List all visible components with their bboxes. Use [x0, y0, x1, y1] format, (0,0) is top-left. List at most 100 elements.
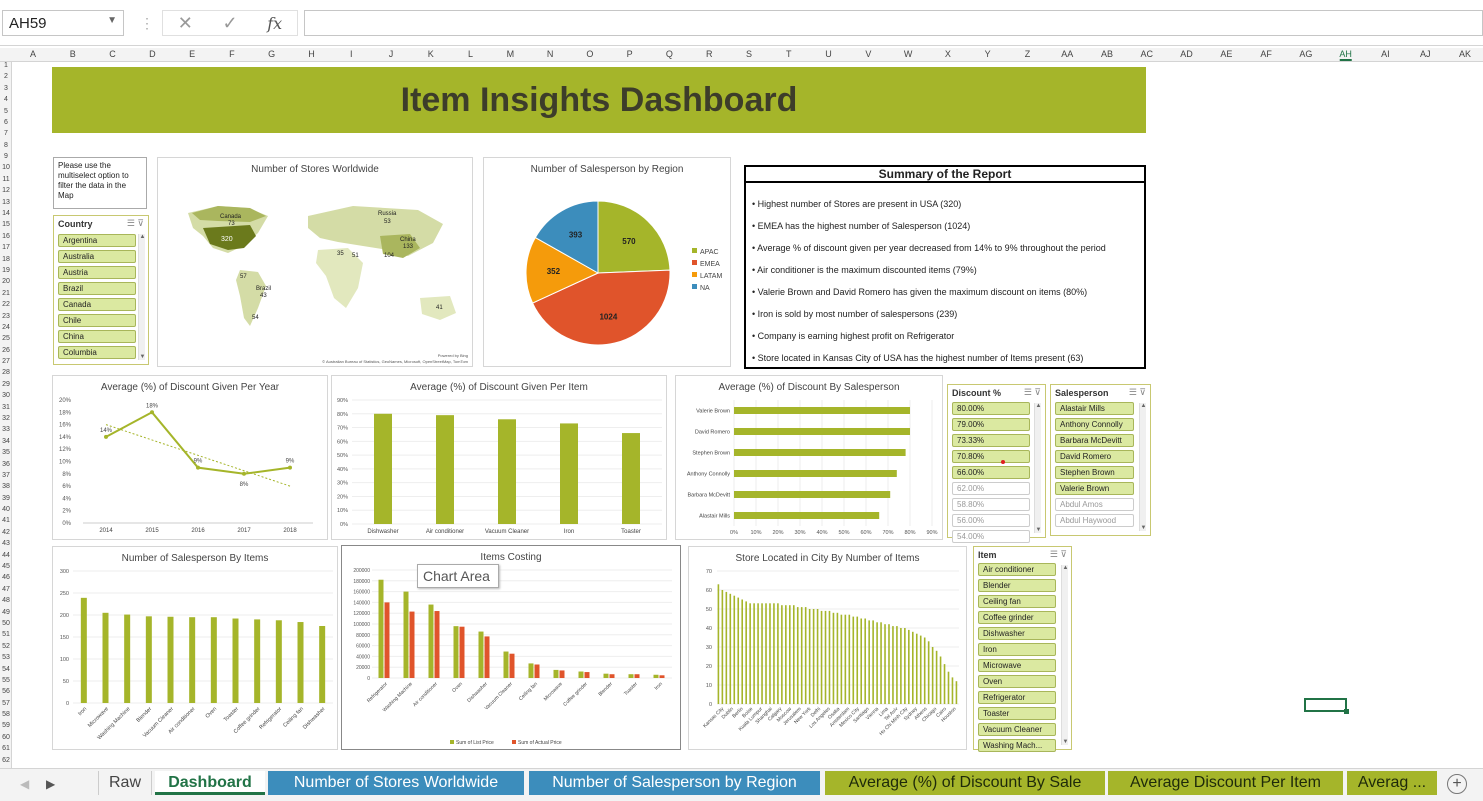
slicer-item[interactable]: Coffee grinder — [978, 611, 1056, 624]
slicer-item[interactable]: Air conditioner — [978, 563, 1056, 576]
chevron-down-icon[interactable]: ▼ — [107, 15, 117, 26]
slicer-item[interactable]: Dishwasher — [978, 627, 1056, 640]
column-header[interactable]: T — [786, 49, 792, 59]
row-header[interactable]: 34 — [0, 438, 12, 445]
country-slicer[interactable]: Country ☰ ⊽ Argentina Australia Austria Bra… — [53, 215, 149, 365]
column-header[interactable]: N — [547, 49, 554, 59]
row-header[interactable]: 43 — [0, 540, 12, 547]
next-sheet-icon[interactable]: ▶ — [46, 777, 55, 791]
column-header[interactable]: I — [350, 49, 353, 59]
slicer-item[interactable]: Australia — [58, 250, 136, 263]
row-header[interactable]: 30 — [0, 392, 12, 399]
column-header[interactable]: R — [706, 49, 713, 59]
column-header[interactable]: C — [109, 49, 116, 59]
scroll-up-icon[interactable]: ▲ — [1140, 403, 1147, 409]
row-header[interactable]: 31 — [0, 404, 12, 411]
active-cell-selection[interactable] — [1304, 698, 1349, 714]
slicer-item[interactable]: 62.00% — [952, 482, 1030, 495]
row-header[interactable]: 47 — [0, 586, 12, 593]
row-header[interactable]: 35 — [0, 449, 12, 456]
row-header[interactable]: 3 — [0, 85, 12, 92]
column-header[interactable]: V — [865, 49, 871, 59]
slicer-item[interactable]: Brazil — [58, 282, 136, 295]
slicer-item[interactable]: Iron — [978, 643, 1056, 656]
slicer-item[interactable]: 56.00% — [952, 514, 1030, 527]
salesperson-region-chart[interactable]: Number of Salesperson by Region 570 1024 3… — [483, 157, 731, 367]
column-header[interactable]: AJ — [1420, 49, 1431, 59]
tab-salesperson-region[interactable]: Number of Salesperson by Region — [529, 771, 820, 795]
row-header[interactable]: 49 — [0, 609, 12, 616]
row-header[interactable]: 22 — [0, 301, 12, 308]
slicer-item[interactable]: 54.00% — [952, 530, 1030, 543]
scroll-down-icon[interactable]: ▼ — [1035, 527, 1042, 533]
tab-raw[interactable]: Raw — [98, 771, 152, 795]
row-header[interactable]: 38 — [0, 483, 12, 490]
slicer-item[interactable]: Austria — [58, 266, 136, 279]
row-header[interactable]: 17 — [0, 244, 12, 251]
column-header[interactable]: O — [586, 49, 593, 59]
slicer-item[interactable]: Oven — [978, 675, 1056, 688]
tab-discount-by-sale[interactable]: Average (%) of Discount By Sale — [825, 771, 1105, 795]
scroll-down-icon[interactable]: ▼ — [1062, 739, 1069, 745]
column-header[interactable]: AD — [1180, 49, 1193, 59]
row-header[interactable]: 1 — [0, 62, 12, 69]
column-header[interactable]: S — [746, 49, 752, 59]
slicer-item[interactable]: Argentina — [58, 234, 136, 247]
slicer-item[interactable]: Washing Mach... — [978, 739, 1056, 752]
slicer-scrollbar[interactable]: ▲ ▼ — [1034, 403, 1041, 533]
column-header[interactable]: E — [189, 49, 195, 59]
row-header[interactable]: 9 — [0, 153, 12, 160]
row-header[interactable]: 29 — [0, 381, 12, 388]
slicer-scrollbar[interactable]: ▲ ▼ — [1139, 403, 1146, 531]
row-header[interactable]: 33 — [0, 426, 12, 433]
row-header[interactable]: 16 — [0, 233, 12, 240]
row-header[interactable]: 15 — [0, 221, 12, 228]
salesperson-by-items-chart[interactable]: Number of Salesperson By Items 0 50 100 150… — [52, 546, 338, 750]
row-header[interactable]: 39 — [0, 495, 12, 502]
row-header[interactable]: 28 — [0, 369, 12, 376]
row-header[interactable]: 54 — [0, 666, 12, 673]
row-header[interactable]: 62 — [0, 757, 12, 764]
slicer-item[interactable]: Blender — [978, 579, 1056, 592]
column-header[interactable]: U — [825, 49, 832, 59]
tab-dashboard[interactable]: Dashboard — [155, 771, 265, 795]
name-box[interactable]: AH59 ▼ — [2, 10, 124, 36]
row-header[interactable]: 26 — [0, 347, 12, 354]
discount-by-salesperson-chart[interactable]: Average (%) of Discount By Salesperson 0… — [675, 375, 943, 540]
slicer-scrollbar[interactable]: ▲ ▼ — [1061, 565, 1068, 745]
row-header[interactable]: 24 — [0, 324, 12, 331]
slicer-item[interactable]: Vacuum Cleaner — [978, 723, 1056, 736]
row-header[interactable]: 46 — [0, 574, 12, 581]
discount-per-year-chart[interactable]: Average (%) of Discount Given Per Year 0… — [52, 375, 328, 540]
row-header[interactable]: 44 — [0, 552, 12, 559]
column-header[interactable]: Z — [1025, 49, 1031, 59]
row-header[interactable]: 55 — [0, 677, 12, 684]
row-header[interactable]: 19 — [0, 267, 12, 274]
row-header[interactable]: 40 — [0, 506, 12, 513]
row-header[interactable]: 23 — [0, 313, 12, 320]
row-header[interactable]: 50 — [0, 620, 12, 627]
row-header[interactable]: 32 — [0, 415, 12, 422]
row-header[interactable]: 12 — [0, 187, 12, 194]
column-header[interactable]: F — [229, 49, 235, 59]
tab-discount-per-item[interactable]: Average Discount Per Item — [1108, 771, 1343, 795]
column-header[interactable]: AH — [1339, 49, 1352, 61]
column-header[interactable]: AI — [1381, 49, 1390, 59]
column-header[interactable]: W — [904, 49, 913, 59]
row-header[interactable]: 2 — [0, 73, 12, 80]
scroll-down-icon[interactable]: ▼ — [1140, 525, 1147, 531]
slicer-item[interactable]: Alastair Mills — [1055, 402, 1134, 415]
slicer-item[interactable]: 66.00% — [952, 466, 1030, 479]
column-header[interactable]: J — [389, 49, 394, 59]
row-header[interactable]: 51 — [0, 631, 12, 638]
tab-stores-worldwide[interactable]: Number of Stores Worldwide — [268, 771, 524, 795]
column-header[interactable]: Y — [985, 49, 991, 59]
row-header[interactable]: 56 — [0, 688, 12, 695]
slicer-item[interactable]: 73.33% — [952, 434, 1030, 447]
row-header[interactable]: 52 — [0, 643, 12, 650]
row-header[interactable]: 5 — [0, 108, 12, 115]
slicer-item[interactable]: 70.80% — [952, 450, 1030, 463]
slicer-scrollbar[interactable]: ▲ ▼ — [138, 234, 145, 360]
row-header[interactable]: 60 — [0, 734, 12, 741]
scroll-down-icon[interactable]: ▼ — [139, 354, 146, 360]
